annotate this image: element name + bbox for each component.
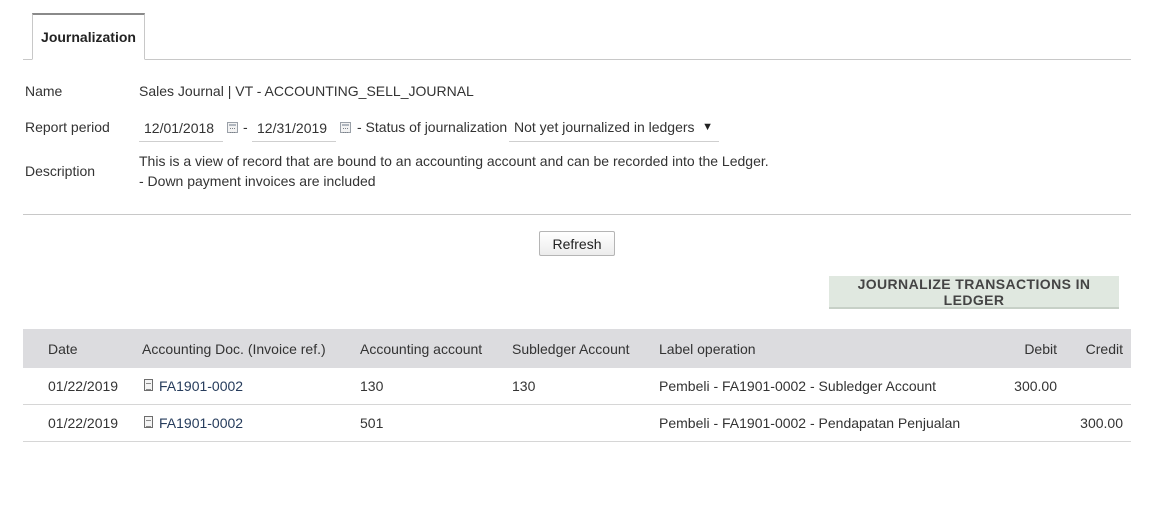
row-doc[interactable]: FA1901-0002 (144, 368, 243, 404)
row-doc[interactable]: FA1901-0002 (144, 405, 243, 441)
journal-table: Date Accounting Doc. (Invoice ref.) Acco… (23, 329, 1131, 442)
doc-link[interactable]: FA1901-0002 (159, 415, 243, 431)
date-end-input[interactable] (252, 115, 336, 142)
tab-bar: Journalization (23, 13, 1131, 60)
date-separator: - (243, 119, 248, 135)
header-accounting-account[interactable]: Accounting account (360, 329, 482, 368)
description-label: Description (25, 163, 96, 179)
calendar-icon[interactable] (227, 122, 238, 133)
description-line-2: - Down payment invoices are included (139, 173, 376, 189)
row-debit: 300.00 (1014, 378, 1057, 394)
document-icon[interactable] (144, 416, 153, 428)
tab-journalization[interactable]: Journalization (32, 13, 145, 60)
header-debit[interactable]: Debit (983, 329, 1057, 368)
refresh-button[interactable]: Refresh (539, 231, 615, 256)
row-label: Pembeli - FA1901-0002 - Pendapatan Penju… (659, 415, 961, 431)
row-account: 130 (360, 378, 384, 394)
document-icon[interactable] (144, 379, 153, 391)
status-select-value: Not yet journalized in ledgers (514, 119, 695, 135)
name-label: Name (25, 83, 63, 99)
date-start-input[interactable] (139, 115, 223, 142)
row-subledger: 130 (512, 378, 536, 394)
report-period-label: Report period (25, 119, 110, 135)
journal-name: Sales Journal | VT - ACCOUNTING_SELL_JOU… (139, 83, 474, 99)
table-header: Date Accounting Doc. (Invoice ref.) Acco… (23, 329, 1131, 368)
chevron-down-icon: ▼ (702, 121, 713, 133)
header-accounting-doc[interactable]: Accounting Doc. (Invoice ref.) (142, 329, 326, 368)
row-credit: 300.00 (1080, 415, 1123, 431)
status-label: - Status of journalization (357, 119, 508, 135)
status-select[interactable]: Not yet journalized in ledgers ▼ (509, 115, 719, 142)
journalize-button[interactable]: JOURNALIZE TRANSACTIONS IN LEDGER (829, 276, 1119, 309)
table-row: 01/22/2019 FA1901-0002 501 Pembeli - FA1… (23, 405, 1131, 442)
header-subledger-account[interactable]: Subledger Account (512, 329, 630, 368)
row-credit (1063, 368, 1123, 404)
row-account: 501 (360, 415, 384, 431)
row-date: 01/22/2019 (48, 378, 119, 394)
calendar-icon[interactable] (340, 122, 351, 133)
header-label-operation[interactable]: Label operation (659, 329, 756, 368)
row-debit (983, 405, 1057, 441)
header-credit[interactable]: Credit (1063, 329, 1123, 368)
table-row: 01/22/2019 FA1901-0002 130 130 Pembeli -… (23, 368, 1131, 405)
doc-link[interactable]: FA1901-0002 (159, 378, 243, 394)
row-date: 01/22/2019 (48, 415, 119, 431)
description-line-1: This is a view of record that are bound … (139, 153, 769, 169)
header-date[interactable]: Date (48, 329, 78, 368)
row-label: Pembeli - FA1901-0002 - Subledger Accoun… (659, 378, 937, 394)
section-divider (23, 214, 1131, 215)
